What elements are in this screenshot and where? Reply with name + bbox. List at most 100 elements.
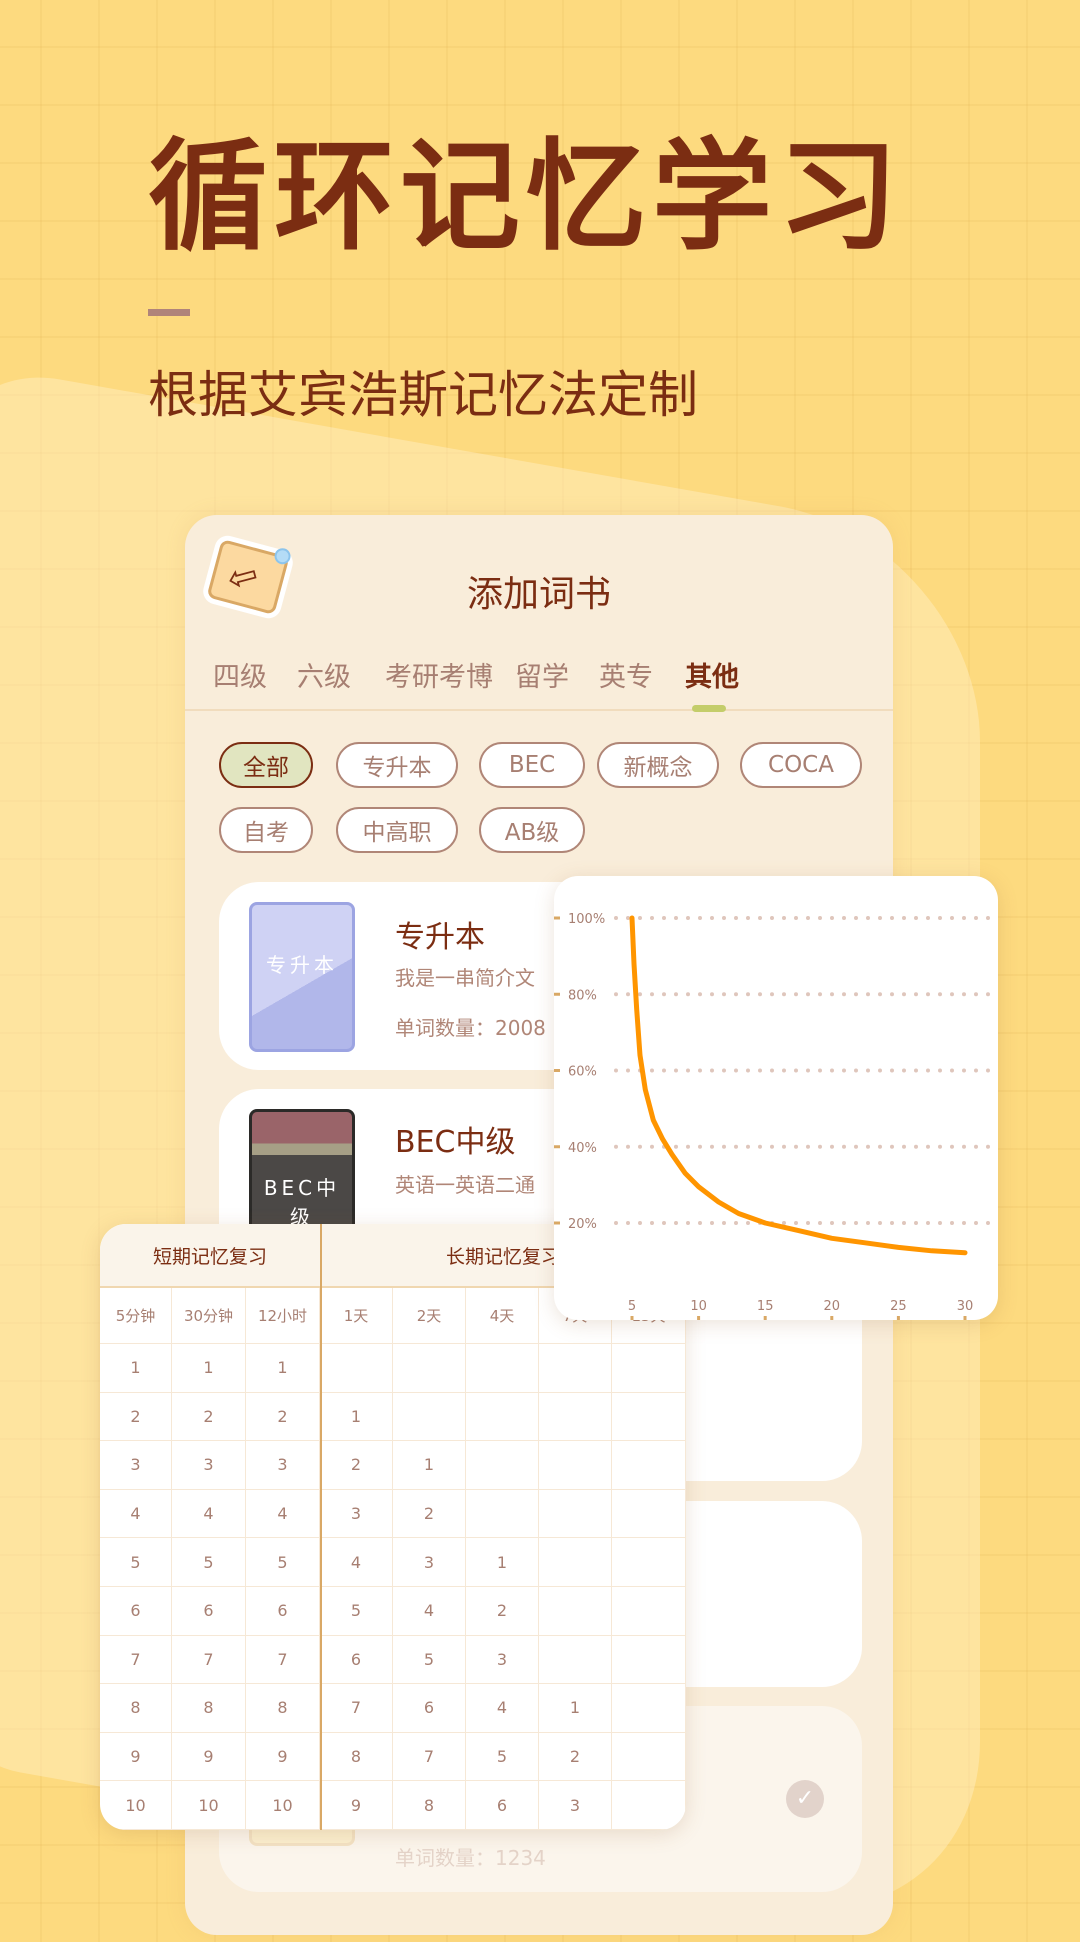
table-cell: 7 [100,1635,172,1685]
filter-chip-0[interactable]: 全部 [219,742,313,788]
chart-svg: 20% 40% 60% 80% 100% 5 10 15 20 25 30 [554,912,1000,1322]
table-cell: 5 [172,1538,246,1587]
table-cell: 3 [172,1441,246,1490]
x-tick-label: 20 [824,1299,841,1314]
tab-1[interactable]: 六级 [297,655,351,694]
forgetting-curve-chart: 20% 40% 60% 80% 100% 5 10 15 20 25 30 [554,876,1000,1322]
table-cell: 1 [172,1344,246,1393]
book-cover-title: BEC中级 [263,1176,341,1229]
table-cell: 2 [393,1489,466,1539]
forgetting-curve-line [629,915,968,1256]
table-cell: 6 [100,1587,172,1636]
filter-chip-5[interactable]: 自考 [219,807,313,853]
table-cell: 9 [320,1781,393,1830]
table-cell: 7 [393,1732,466,1782]
table-cell [612,1344,686,1393]
book-description: 我是一串简介文 [395,966,535,990]
table-cell [539,1489,612,1539]
tab-0[interactable]: 四级 [213,655,267,694]
table-cell [466,1344,539,1393]
filter-chip-1[interactable]: 专升本 [336,742,458,788]
headline: 循环记忆学习 [148,128,904,267]
table-cell: 4 [246,1489,320,1539]
table-cell [320,1344,393,1393]
column-header: 30分钟 [172,1288,246,1344]
word-count: 单词数量：1234 [395,1846,546,1870]
filter-chip-6[interactable]: 中高职 [336,807,458,853]
table-cell: 10 [246,1781,320,1830]
table-cell: 5 [100,1538,172,1587]
tab-4[interactable]: 英专 [599,655,653,694]
category-tabs: 四级 六级 考研考博 留学 英专 其他 [185,655,893,712]
table-cell: 6 [172,1587,246,1636]
table-cell: 5 [246,1538,320,1587]
table-cell: 7 [172,1635,246,1685]
table-cell [612,1684,686,1733]
table-cell: 5 [320,1587,393,1636]
table-cell: 3 [393,1538,466,1587]
tab-2[interactable]: 考研考博 [385,655,493,694]
x-tick-label: 30 [957,1299,974,1314]
filter-chip-4[interactable]: COCA [740,742,862,788]
y-tick-label: 40% [568,1141,597,1156]
table-cell [539,1344,612,1393]
table-cell [466,1441,539,1490]
table-cell: 2 [539,1732,612,1782]
table-cell: 2 [172,1392,246,1442]
table-cell [612,1441,686,1490]
table-cell: 9 [246,1732,320,1782]
table-cell: 4 [393,1587,466,1636]
table-cell: 2 [246,1392,320,1442]
y-tick-label: 20% [568,1217,597,1232]
table-cell: 8 [172,1684,246,1733]
table-cell: 8 [320,1732,393,1782]
table-cell: 9 [100,1732,172,1782]
filter-chip-2[interactable]: BEC [479,742,585,788]
table-cell [612,1392,686,1442]
table-cell: 4 [320,1538,393,1587]
table-cell: 4 [466,1684,539,1733]
word-count: 单词数量：2008 [395,1016,546,1040]
table-cell: 10 [172,1781,246,1830]
x-tick-label: 10 [690,1299,707,1314]
table-cell: 6 [393,1684,466,1733]
table-cell: 5 [466,1732,539,1782]
column-header: 12小时 [246,1288,320,1344]
table-cell: 1 [100,1344,172,1393]
table-cell [612,1635,686,1685]
table-cell: 5 [393,1635,466,1685]
x-tick-label: 25 [890,1299,907,1314]
table-cell [466,1489,539,1539]
table-cell: 3 [320,1489,393,1539]
table-cell: 4 [172,1489,246,1539]
table-cell: 7 [246,1635,320,1685]
book-description: 英语一英语二通 [395,1173,535,1197]
x-tick-label: 15 [757,1299,774,1314]
table-cell: 6 [466,1781,539,1830]
book-cover: 专升本 [249,902,355,1052]
table-cell: 4 [100,1489,172,1539]
book-cover-title: 专升本 [266,953,338,977]
subheadline: 根据艾宾浩斯记忆法定制 [148,366,698,424]
table-cell: 3 [246,1441,320,1490]
table-cell: 10 [100,1781,172,1830]
table-cell [612,1538,686,1587]
table-cell: 3 [466,1635,539,1685]
table-cell: 1 [539,1684,612,1733]
column-header: 5分钟 [100,1288,172,1344]
y-tick-label: 60% [568,1065,597,1080]
y-tick-label: 100% [568,912,605,927]
tab-3[interactable]: 留学 [515,655,569,694]
column-header: 2天 [393,1288,466,1344]
table-cell: 8 [246,1684,320,1733]
tab-5[interactable]: 其他 [685,655,739,694]
table-cell [539,1392,612,1442]
table-cell [612,1732,686,1782]
filter-chip-7[interactable]: AB级 [479,807,585,853]
table-cell [539,1538,612,1587]
table-cell [612,1781,686,1830]
selected-check-icon[interactable]: ✓ [786,1780,824,1818]
filter-chip-3[interactable]: 新概念 [597,742,719,788]
table-cell [539,1441,612,1490]
table-group-separator [320,1224,322,1830]
